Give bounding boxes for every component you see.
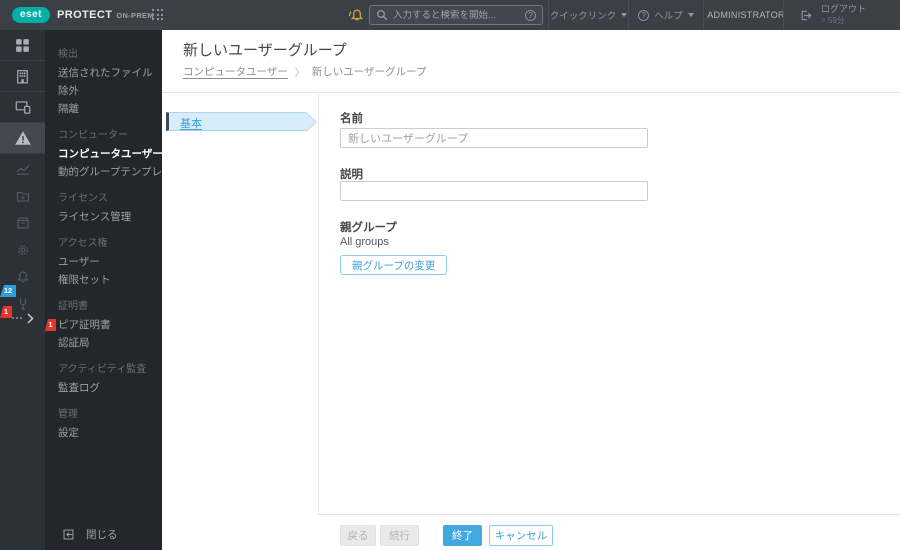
- quick-links-label: クイックリンク: [549, 11, 617, 22]
- nav-item-quarantine[interactable]: 隔離: [45, 100, 162, 118]
- search-help-icon[interactable]: ?: [525, 9, 536, 21]
- logout-label: ログアウト: [821, 4, 867, 15]
- devices-icon: [15, 101, 30, 114]
- nav-menu: 検出 送信されたファイル 除外 隔離 コンピューター コンピュータユーザー 動的…: [45, 30, 162, 442]
- help-menu[interactable]: ? ヘルプ: [628, 0, 703, 30]
- name-label: 名前: [340, 113, 363, 125]
- breadcrumb-separator: 〉: [294, 68, 305, 79]
- nav-item-license-management[interactable]: ライセンス管理: [45, 208, 162, 226]
- search-icon: [377, 10, 388, 21]
- back-button[interactable]: 戻る: [340, 525, 376, 546]
- wizard-step-basic[interactable]: 基本: [166, 112, 317, 132]
- nav-header-licenses: ライセンス: [58, 193, 108, 204]
- collapse-sidebar-button[interactable]: 閉じる: [45, 524, 162, 544]
- ellipsis-icon: [11, 317, 22, 319]
- name-input[interactable]: [340, 128, 648, 148]
- search-input[interactable]: [393, 9, 520, 21]
- wizard-step-label[interactable]: 基本: [180, 118, 202, 130]
- user-menu[interactable]: ADMINISTRATOR: [703, 0, 785, 30]
- tasks-icon[interactable]: [15, 188, 31, 204]
- help-icon: ?: [638, 9, 650, 21]
- nav-item-settings[interactable]: 設定: [45, 424, 162, 442]
- product-name: PROTECT: [57, 9, 113, 21]
- nav-item-audit-log[interactable]: 監査ログ: [45, 379, 162, 397]
- top-bar: eset PROTECT ON-PREM ? クイックリンク ? ヘルプ ADM…: [0, 0, 900, 30]
- change-parent-group-button[interactable]: 親グループの変更: [340, 255, 448, 275]
- finish-button[interactable]: 終了: [443, 525, 482, 546]
- icon-sidebar: 12 1: [0, 30, 45, 550]
- nav-item-exclusions[interactable]: 除外: [45, 82, 162, 100]
- nav-header-computers: コンピューター: [58, 130, 128, 141]
- global-search: ?: [369, 5, 543, 25]
- sidebar-item-detections[interactable]: [0, 123, 45, 154]
- nav-header-access-rights: アクセス権: [58, 238, 108, 249]
- description-input[interactable]: [340, 181, 648, 201]
- nav-item-dynamic-group-templates[interactable]: 動的グループテンプレート: [45, 163, 162, 181]
- collapse-label: 閉じる: [86, 528, 118, 541]
- nav-item-submitted-files[interactable]: 送信されたファイル: [45, 64, 162, 82]
- cancel-button[interactable]: キャンセル: [489, 525, 553, 546]
- continue-button[interactable]: 続行: [380, 525, 419, 546]
- dashboard-icon: [16, 38, 29, 52]
- breadcrumb-parent-link[interactable]: コンピュータユーザー: [183, 64, 288, 79]
- header-divider: [162, 92, 900, 93]
- chevron-down-icon: [687, 13, 694, 17]
- sidebar-item-computers[interactable]: [0, 92, 45, 123]
- nav-item-permission-sets[interactable]: 権限セット: [45, 271, 162, 289]
- description-label: 説明: [340, 169, 363, 181]
- notifications-icon[interactable]: [15, 269, 31, 285]
- apps-grid-icon[interactable]: [152, 9, 165, 22]
- notification-bell-icon[interactable]: [347, 6, 365, 24]
- main-content: 新しいユーザーグループ コンピュータユーザー 〉 新しいユーザーグループ 基本 …: [162, 30, 900, 550]
- sidebar-item-company[interactable]: [0, 61, 45, 92]
- session-timer: > 59分: [821, 15, 845, 25]
- building-icon: [17, 69, 28, 83]
- nav-item-certification-authorities[interactable]: 認証局: [45, 334, 162, 352]
- parent-group-value: All groups: [340, 236, 389, 248]
- nav-sidebar: 検出 送信されたファイル 除外 隔離 コンピューター コンピュータユーザー 動的…: [45, 30, 162, 550]
- policies-gear-icon[interactable]: [15, 242, 31, 258]
- product-edition: ON-PREM: [116, 10, 154, 20]
- help-label: ヘルプ: [654, 11, 683, 22]
- chevron-right-icon: [26, 312, 34, 324]
- peer-cert-badge: 1: [45, 319, 56, 331]
- parent-group-label: 親グループ: [340, 222, 397, 234]
- brand: eset PROTECT ON-PREM: [12, 0, 154, 30]
- breadcrumb: コンピュータユーザー 〉 新しいユーザーグループ: [183, 64, 426, 79]
- nav-item-computer-users[interactable]: コンピュータユーザー: [45, 145, 162, 163]
- wizard-divider: [318, 93, 319, 514]
- user-name: ADMINISTRATOR: [707, 10, 785, 20]
- logout-icon: [801, 10, 812, 20]
- breadcrumb-current: 新しいユーザーグループ: [311, 66, 427, 78]
- installers-icon[interactable]: [15, 215, 31, 231]
- reports-icon[interactable]: [15, 161, 31, 177]
- footer-divider: [318, 514, 900, 515]
- collapse-icon: [63, 529, 74, 539]
- chevron-down-icon: [621, 13, 628, 17]
- nav-header-activity-audit: アクティビティ監査: [58, 364, 147, 375]
- logout-button[interactable]: ログアウト > 59分: [783, 0, 900, 30]
- nav-item-peer-certificates[interactable]: 1 ピア証明書: [45, 316, 162, 334]
- nav-item-label: ピア証明書: [58, 319, 111, 331]
- quick-links-menu[interactable]: クイックリンク: [548, 0, 628, 30]
- nav-header-admin: 管理: [58, 409, 78, 420]
- sidebar-item-dashboard[interactable]: [0, 30, 45, 61]
- warning-triangle-icon: [14, 131, 31, 145]
- nav-header-detections: 検出: [58, 49, 78, 60]
- page-title: 新しいユーザーグループ: [183, 42, 347, 59]
- nav-header-certificates: 証明書: [58, 301, 88, 312]
- nav-item-users[interactable]: ユーザー: [45, 253, 162, 271]
- eset-logo: eset: [12, 7, 51, 23]
